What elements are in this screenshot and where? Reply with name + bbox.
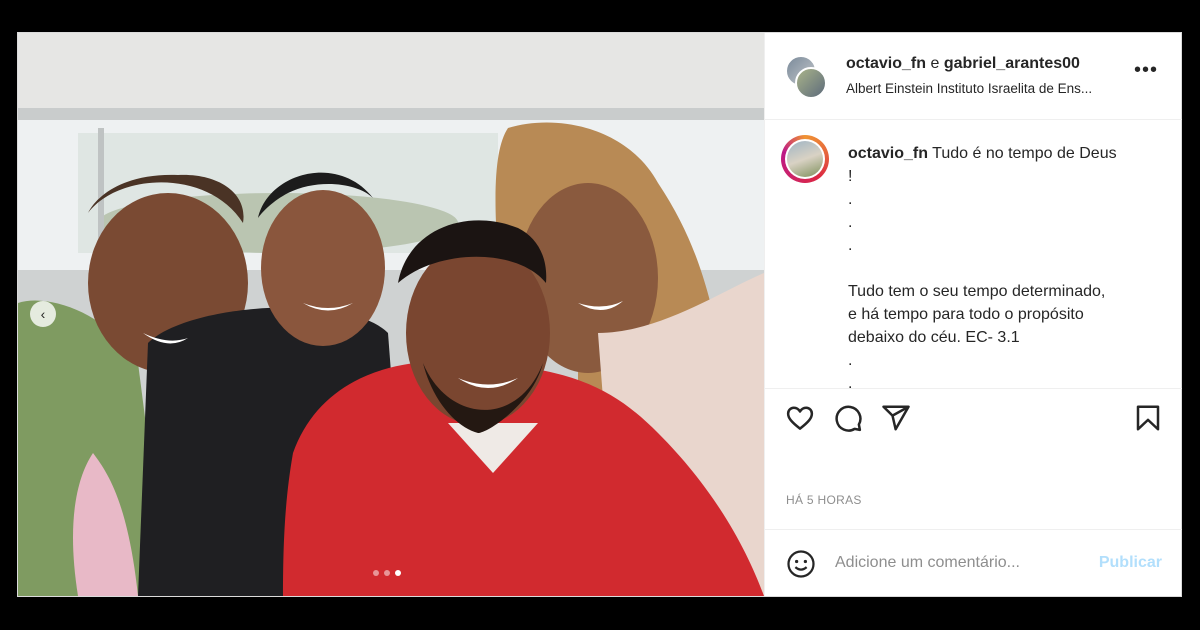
carousel-indicator [373, 570, 401, 576]
collab-avatars[interactable] [785, 55, 829, 99]
comment-input[interactable] [835, 554, 1075, 572]
more-icon: ••• [1133, 59, 1158, 81]
caption-username-link[interactable]: octavio_fn [848, 145, 928, 162]
publish-button[interactable]: Publicar [1099, 554, 1162, 572]
heart-icon [786, 406, 814, 430]
like-button[interactable] [785, 403, 815, 433]
carousel-dot [384, 570, 390, 576]
avatar [795, 67, 827, 99]
action-bar [785, 403, 1165, 437]
author-username-link[interactable]: octavio_fn [846, 55, 926, 72]
emoji-button[interactable] [786, 549, 816, 579]
emoji-icon [787, 550, 815, 578]
post-modal: ‹ octavio_fn e gabriel_arantes00 Albert … [17, 32, 1182, 597]
post-header: octavio_fn e gabriel_arantes00 Albert Ei… [765, 33, 1182, 120]
save-button[interactable] [1133, 403, 1163, 433]
chevron-left-icon: ‹ [40, 306, 46, 322]
carousel-dot-active [395, 570, 401, 576]
photo-illustration [18, 33, 764, 596]
post-timestamp[interactable]: HÁ 5 HORAS [786, 493, 862, 507]
avatar [787, 141, 823, 177]
comment-form: Publicar [765, 529, 1182, 597]
post-photo[interactable]: ‹ [18, 33, 764, 596]
caption-avatar[interactable] [781, 135, 829, 183]
more-options-button[interactable]: ••• [1134, 60, 1158, 80]
comment-button[interactable] [833, 403, 863, 433]
carousel-dot [373, 570, 379, 576]
carousel-prev-button[interactable]: ‹ [30, 301, 56, 327]
author-connector: e [930, 55, 940, 72]
post-authors: octavio_fn e gabriel_arantes00 [846, 55, 1080, 73]
caption-area: octavio_fn Tudo é no tempo de Deus ! . .… [765, 120, 1182, 389]
caption-body: Tudo é no tempo de Deus ! . . . Tudo tem… [848, 145, 1117, 389]
collaborator-username-link[interactable]: gabriel_arantes00 [944, 55, 1080, 72]
comment-icon [835, 405, 862, 432]
caption-text: octavio_fn Tudo é no tempo de Deus ! . .… [848, 142, 1148, 389]
share-button[interactable] [881, 403, 911, 433]
post-sidebar: octavio_fn e gabriel_arantes00 Albert Ei… [764, 33, 1182, 596]
location-link[interactable]: Albert Einstein Instituto Israelita de E… [846, 81, 1118, 96]
bookmark-icon [1136, 405, 1160, 431]
share-icon [882, 405, 910, 431]
